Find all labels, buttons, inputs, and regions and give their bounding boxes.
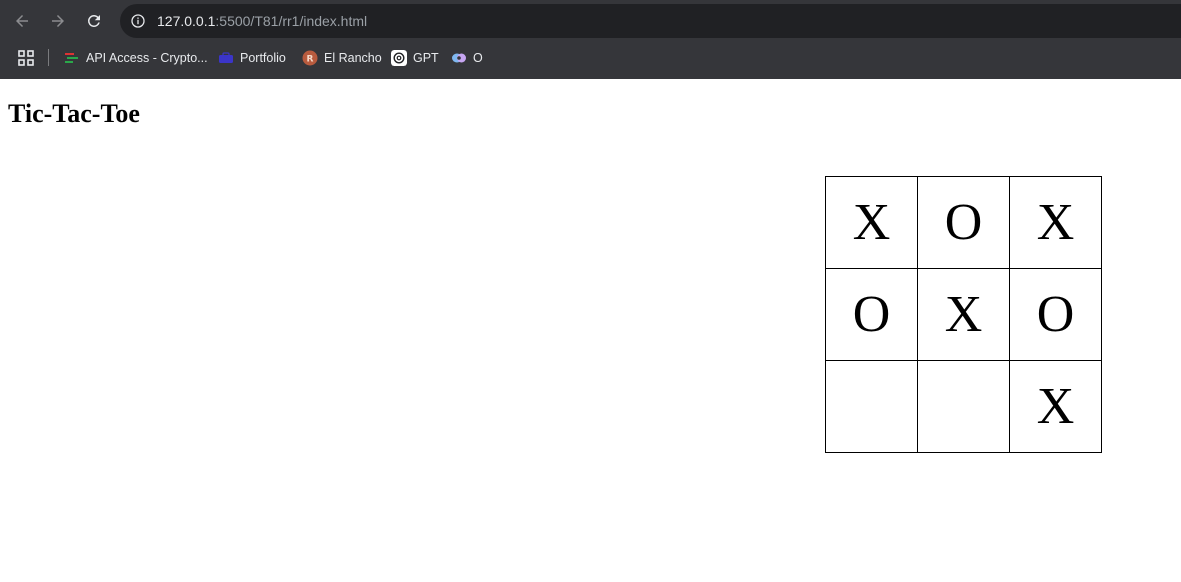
arrow-left-icon: [16, 15, 28, 27]
board-cell-9[interactable]: X: [1009, 360, 1102, 453]
bookmark-label: API Access - Crypto...: [86, 51, 208, 65]
board-cell-3[interactable]: X: [1009, 176, 1102, 269]
url-host: 127.0.0.1: [157, 13, 216, 29]
page-title: Tic-Tac-Toe: [8, 99, 140, 128]
game-board: X O X O X O X: [825, 176, 1102, 453]
browser-chrome: 127.0.0.1:5500/T81/rr1/index.html API Ac…: [0, 0, 1181, 79]
reload-icon: [87, 14, 100, 27]
bookmark-portfolio[interactable]: Portfolio: [218, 48, 286, 68]
page-content: Tic-Tac-Toe X O X O X O X: [0, 79, 1181, 582]
arrow-right-icon: [52, 15, 64, 27]
openai-icon: [391, 50, 407, 66]
bookmark-api-access[interactable]: API Access - Crypto...: [64, 48, 208, 68]
briefcase-icon: [219, 52, 233, 63]
board-cell-2[interactable]: O: [917, 176, 1010, 269]
site-info-button[interactable]: [128, 11, 148, 31]
copilot-icon: [452, 53, 466, 63]
r-circle-icon: R: [302, 50, 318, 66]
board-cell-1[interactable]: X: [825, 176, 918, 269]
info-icon: [131, 14, 145, 28]
reload-button[interactable]: [82, 9, 106, 33]
bookmark-el-rancho[interactable]: R El Rancho: [302, 48, 382, 68]
bookmarks-separator: [48, 49, 49, 66]
bookmark-gpt[interactable]: GPT: [391, 48, 439, 68]
apps-grid-icon[interactable]: [17, 49, 35, 67]
url-text[interactable]: 127.0.0.1:5500/T81/rr1/index.html: [157, 12, 367, 30]
board-cell-7[interactable]: [825, 360, 918, 453]
board-cell-4[interactable]: O: [825, 268, 918, 361]
bookmark-o[interactable]: O: [451, 48, 483, 68]
board-cell-6[interactable]: O: [1009, 268, 1102, 361]
url-path: :5500/T81/rr1/index.html: [215, 13, 368, 29]
chart-bars-icon: [65, 53, 78, 63]
browser-toolbar: 127.0.0.1:5500/T81/rr1/index.html: [0, 0, 1181, 38]
forward-button[interactable]: [46, 9, 70, 33]
bookmark-label: Portfolio: [240, 51, 286, 65]
bookmark-label: El Rancho: [324, 51, 382, 65]
back-button[interactable]: [10, 9, 34, 33]
bookmark-label: GPT: [413, 51, 439, 65]
board-cell-5[interactable]: X: [917, 268, 1010, 361]
bookmark-label: O: [473, 51, 483, 65]
board-cell-8[interactable]: [917, 360, 1010, 453]
svg-text:R: R: [307, 55, 314, 65]
